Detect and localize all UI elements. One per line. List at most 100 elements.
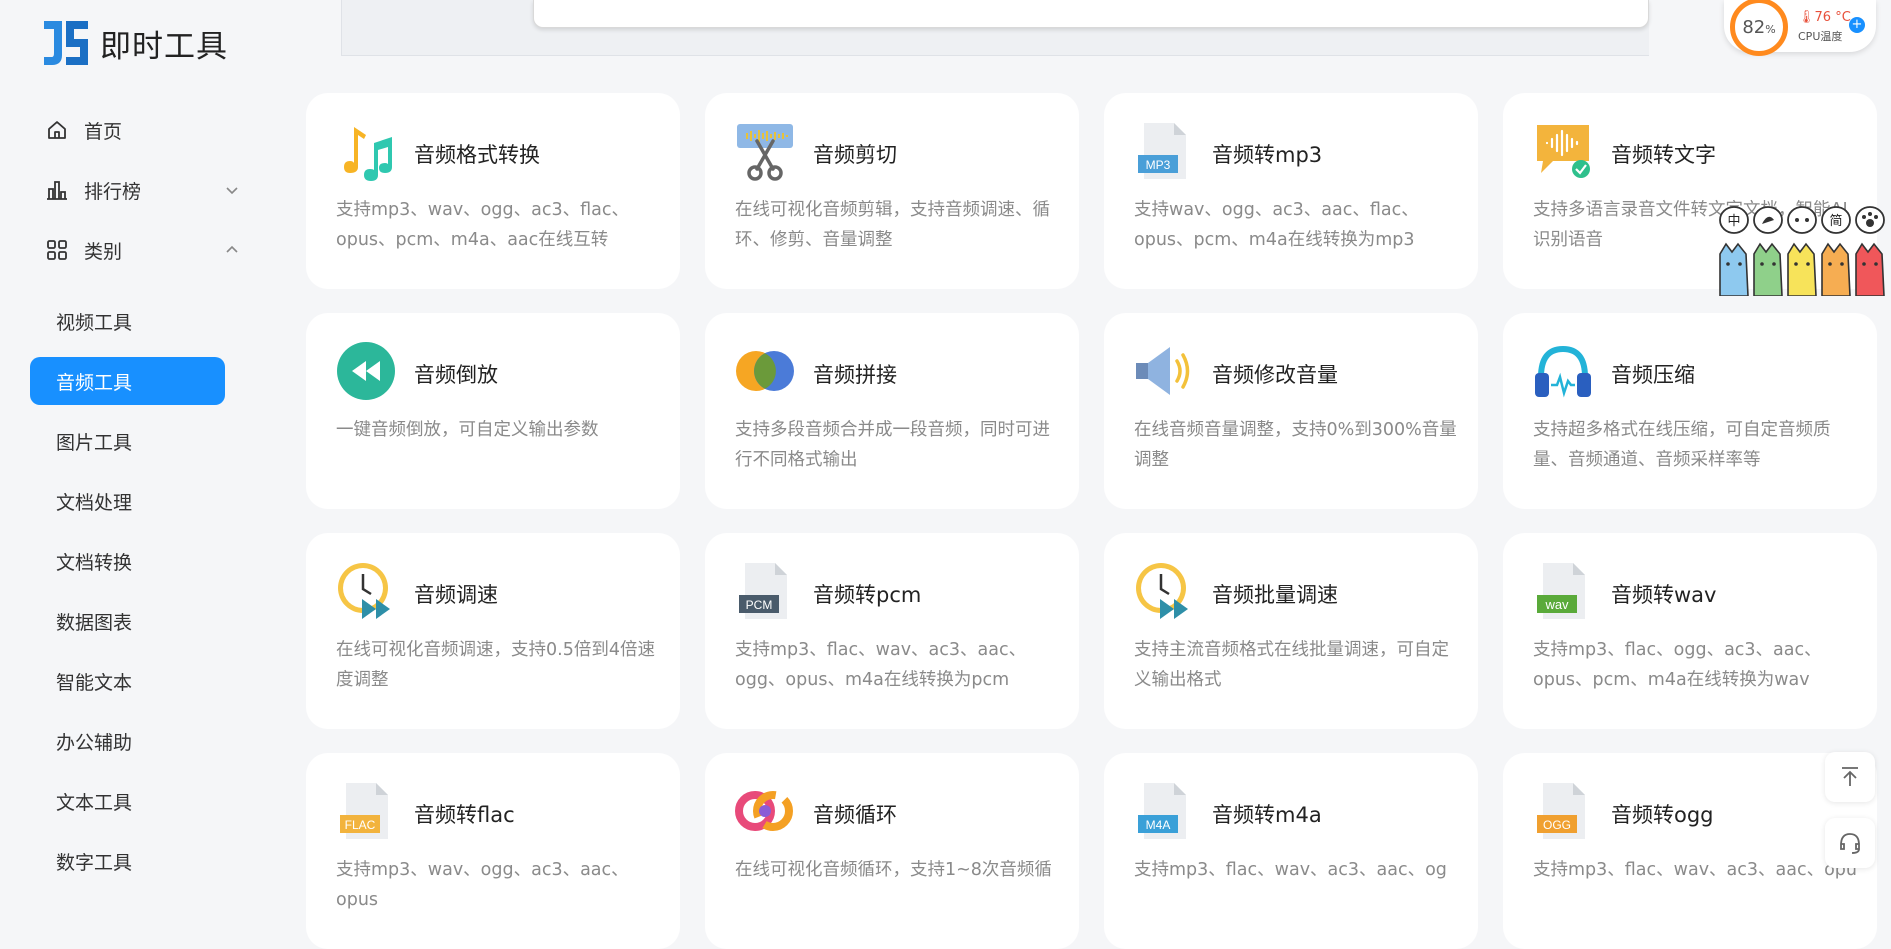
category-data-chart[interactable]: 数据图表	[30, 597, 225, 645]
tool-title: 音频格式转换	[414, 143, 540, 167]
mascot-bubble	[1855, 206, 1885, 234]
category-audio[interactable]: 音频工具	[30, 357, 225, 405]
nav-label: 类别	[84, 240, 123, 263]
category-office[interactable]: 办公辅助	[30, 717, 225, 765]
tool-description: 支持mp3、flac、wav、ac3、aac、og	[1134, 860, 1447, 880]
tool-title: 音频批量调速	[1212, 583, 1338, 607]
mascot-bubble	[1753, 206, 1783, 234]
customer-service-button[interactable]	[1825, 818, 1875, 868]
tool-description: 支持wav、ogg、ac3、aac、flac、opus、pcm、m4a在线转换为…	[1134, 200, 1419, 250]
tool-card[interactable]: PCM 音频转pcm 支持mp3、flac、wav、ac3、aac、ogg、op…	[705, 533, 1079, 729]
m4a-file-icon: M4A	[1138, 783, 1186, 839]
tool-card[interactable]: 音频循环 在线可视化音频循环，支持1~8次音频循	[705, 753, 1079, 949]
cpu-usage-value: 82	[1742, 16, 1766, 38]
tool-description: 支持超多格式在线压缩，可自定音频质量、音频通道、音频采样率等	[1533, 420, 1831, 470]
tool-card[interactable]: 音频剪切 在线可视化音频剪辑，支持音频调速、循环、修剪、音量调整	[705, 93, 1079, 289]
tool-card[interactable]: 音频拼接 支持多段音频合并成一段音频，同时可进行不同格式输出	[705, 313, 1079, 509]
expand-widget-button[interactable]: +	[1849, 17, 1865, 33]
tool-card[interactable]: 音频倒放 一键音频倒放，可自定义输出参数	[306, 313, 680, 509]
category-doc-conversion[interactable]: 文档转换	[30, 537, 225, 585]
bar-chart-icon	[44, 177, 70, 203]
arrow-up-icon	[1842, 767, 1858, 786]
tool-title: 音频倒放	[414, 363, 498, 387]
batch-speed-clock-icon	[1136, 563, 1188, 619]
badge-text: PCM	[746, 598, 773, 612]
tool-title: 音频调速	[414, 583, 498, 607]
tool-description: 一键音频倒放，可自定义输出参数	[336, 420, 599, 440]
tool-card[interactable]: 音频格式转换 支持mp3、wav、ogg、ac3、flac、opus、pcm、m…	[306, 93, 680, 289]
speaker-icon	[1136, 347, 1190, 395]
tool-card[interactable]: MP3 音频转mp3 支持wav、ogg、ac3、aac、flac、opus、p…	[1104, 93, 1478, 289]
tool-title: 音频转ogg	[1611, 803, 1714, 827]
badge-text: FLAC	[345, 818, 376, 832]
tool-title: 音频转wav	[1611, 583, 1717, 607]
headphones-icon	[1535, 345, 1591, 398]
category-smart-text[interactable]: 智能文本	[30, 657, 225, 705]
tool-description: 支持mp3、wav、ogg、ac3、aac、opus	[336, 860, 629, 910]
tool-card[interactable]: 音频压缩 支持超多格式在线压缩，可自定音频质量、音频通道、音频采样率等	[1503, 313, 1877, 509]
app-title: 即时工具	[100, 28, 228, 65]
tool-card[interactable]: 音频批量调速 支持主流音频格式在线批量调速，可自定义输出格式	[1104, 533, 1478, 729]
mascot-decoration[interactable]: 中 简	[1712, 200, 1891, 296]
tool-description: 在线可视化音频调速，支持0.5倍到4倍速度调整	[336, 640, 655, 690]
tool-description: 支持mp3、wav、ogg、ac3、flac、opus、pcm、m4a、aac在…	[336, 200, 629, 250]
mascot-bubble: 中	[1719, 206, 1749, 234]
nav-item-category[interactable]: 类别	[30, 226, 260, 274]
category-image[interactable]: 图片工具	[30, 417, 225, 465]
category-video[interactable]: 视频工具	[30, 297, 225, 345]
merge-circles-icon	[736, 351, 794, 391]
badge-text: MP3	[1146, 158, 1171, 172]
tool-title: 音频剪切	[813, 143, 897, 167]
tool-description: 在线可视化音频循环，支持1~8次音频循	[735, 860, 1052, 880]
tool-description: 支持多段音频合并成一段音频，同时可进行不同格式输出	[735, 420, 1050, 470]
app-logo[interactable]: 即时工具	[40, 14, 228, 72]
mascot-char: 中	[1727, 214, 1740, 229]
cpu-temperature: 🌡76 °C	[1798, 10, 1851, 25]
category-number-tools[interactable]: 数字工具	[30, 837, 225, 885]
tool-title: 音频压缩	[1611, 363, 1695, 387]
cpu-usage-unit: %	[1765, 22, 1776, 36]
rewind-icon	[337, 342, 395, 400]
tool-card[interactable]: 音频修改音量 在线音频音量调整，支持0%到300%音量调整	[1104, 313, 1478, 509]
nav-label: 排行榜	[84, 180, 142, 203]
tool-card[interactable]: 音频调速 在线可视化音频调速，支持0.5倍到4倍速度调整	[306, 533, 680, 729]
sidebar: 即时工具 首页 排行榜 类别 视频工具 音频工具 图片工具 文档处理 文档转换	[0, 0, 290, 880]
tool-title: 音频拼接	[813, 363, 897, 387]
temperature-label: CPU温度	[1798, 30, 1843, 43]
mascot-bubble: 简	[1821, 206, 1851, 234]
wav-file-icon: wav	[1537, 563, 1585, 619]
badge-text: wav	[1544, 597, 1569, 612]
back-to-top-button[interactable]	[1825, 752, 1875, 802]
flac-file-icon: FLAC	[340, 783, 388, 839]
tool-title: 音频转flac	[414, 803, 515, 827]
chevron-down-icon	[226, 187, 238, 195]
nav-label: 首页	[84, 120, 123, 143]
tool-title: 音频转mp3	[1212, 143, 1323, 167]
mp3-file-icon: MP3	[1138, 123, 1186, 179]
headset-icon	[1840, 833, 1860, 854]
temperature-value: 76 °C	[1814, 10, 1851, 25]
tool-title: 音频循环	[813, 803, 897, 827]
category-doc-processing[interactable]: 文档处理	[30, 477, 225, 525]
tool-title: 音频转pcm	[813, 583, 922, 607]
music-notes-icon	[344, 127, 392, 181]
nav-item-home[interactable]: 首页	[30, 106, 260, 154]
ogg-file-icon: OGG	[1537, 783, 1585, 839]
loop-rings-icon	[735, 791, 793, 831]
category-text-tools[interactable]: 文本工具	[30, 777, 225, 825]
pcm-file-icon: PCM	[739, 563, 787, 619]
tool-card[interactable]: wav 音频转wav 支持mp3、flac、ogg、ac3、aac、opus、p…	[1503, 533, 1877, 729]
home-icon	[44, 117, 70, 143]
chevron-up-icon	[226, 245, 238, 253]
tool-description: 在线可视化音频剪辑，支持音频调速、循环、修剪、音量调整	[735, 200, 1050, 250]
tool-card[interactable]: OGG 音频转ogg 支持mp3、flac、wav、ac3、aac、opu	[1503, 753, 1877, 949]
speed-clock-icon	[338, 563, 390, 619]
mascot-bubble	[1787, 206, 1817, 234]
speech-to-text-icon	[1537, 125, 1590, 178]
tool-title: 音频转文字	[1611, 143, 1716, 167]
tool-card[interactable]: M4A 音频转m4a 支持mp3、flac、wav、ac3、aac、og	[1104, 753, 1478, 949]
nav-item-ranking[interactable]: 排行榜	[30, 166, 260, 214]
tool-card[interactable]: FLAC 音频转flac 支持mp3、wav、ogg、ac3、aac、opus	[306, 753, 680, 949]
tool-title: 音频转m4a	[1212, 803, 1322, 827]
cpu-usage-ring: 82%	[1730, 0, 1788, 56]
